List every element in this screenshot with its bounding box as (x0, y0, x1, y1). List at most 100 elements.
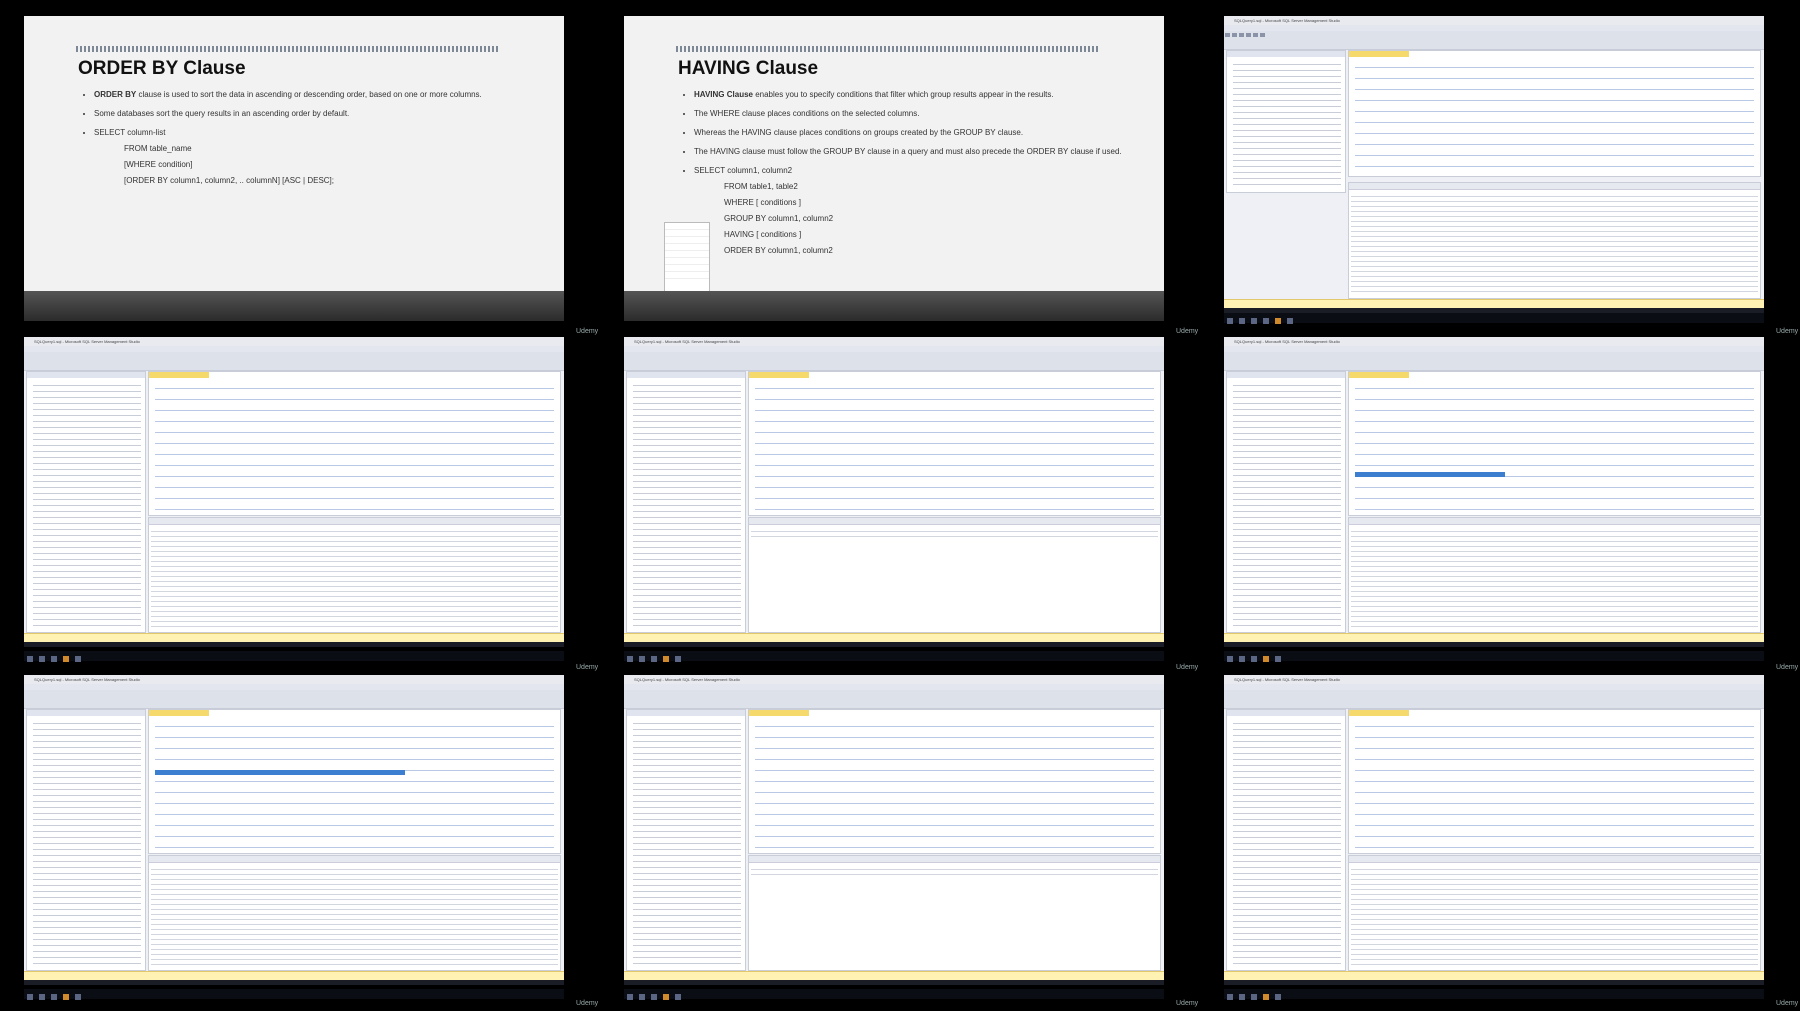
start-icon[interactable] (627, 994, 633, 1000)
windows-taskbar[interactable] (1224, 313, 1764, 324)
search-icon[interactable] (1239, 994, 1245, 1000)
results-pane[interactable] (1348, 182, 1761, 299)
menu-item[interactable] (665, 230, 709, 237)
menu-item[interactable] (665, 223, 709, 230)
menu-item[interactable] (665, 265, 709, 272)
results-tabs[interactable] (749, 855, 1160, 863)
object-explorer[interactable] (626, 371, 746, 633)
toolbar[interactable] (1224, 31, 1764, 50)
results-tabs[interactable] (1349, 517, 1760, 525)
results-tabs[interactable] (149, 517, 560, 525)
editor-tab[interactable] (149, 372, 209, 378)
search-icon[interactable] (1239, 656, 1245, 662)
toolbar[interactable] (1224, 352, 1764, 371)
results-grid[interactable] (751, 526, 1158, 537)
app-icon[interactable] (1275, 994, 1281, 1000)
toolbar[interactable] (24, 690, 564, 709)
object-tree[interactable] (633, 382, 741, 628)
toolbar[interactable] (624, 352, 1164, 371)
query-editor[interactable] (148, 709, 561, 854)
windows-taskbar[interactable] (1224, 651, 1764, 662)
results-grid[interactable] (1351, 864, 1758, 968)
object-tree[interactable] (633, 720, 741, 966)
windows-taskbar[interactable] (1224, 989, 1764, 1000)
sql-code[interactable] (755, 720, 1154, 849)
app-icon[interactable] (651, 994, 657, 1000)
app-icon[interactable] (63, 994, 69, 1000)
app-icon[interactable] (1275, 656, 1281, 662)
app-icon[interactable] (75, 994, 81, 1000)
app-icon[interactable] (1251, 994, 1257, 1000)
windows-taskbar[interactable] (24, 651, 564, 662)
sql-code[interactable] (755, 382, 1154, 511)
app-icon[interactable] (1263, 656, 1269, 662)
query-editor[interactable] (1348, 709, 1761, 854)
selected-line[interactable] (1355, 472, 1505, 477)
object-tree[interactable] (1233, 61, 1341, 188)
editor-tab[interactable] (1349, 51, 1409, 57)
results-grid[interactable] (1351, 192, 1758, 296)
results-tabs[interactable] (149, 855, 560, 863)
selected-line[interactable] (155, 770, 405, 775)
app-icon[interactable] (651, 656, 657, 662)
query-editor[interactable] (1348, 371, 1761, 516)
results-grid[interactable] (151, 526, 558, 630)
object-tree[interactable] (1233, 382, 1341, 628)
start-icon[interactable] (1227, 994, 1233, 1000)
query-editor[interactable] (748, 371, 1161, 516)
object-explorer[interactable] (26, 371, 146, 633)
results-pane[interactable] (1348, 854, 1761, 971)
sql-code[interactable] (1355, 720, 1754, 849)
menu-item[interactable] (665, 237, 709, 244)
sql-code[interactable] (155, 382, 554, 511)
results-grid[interactable] (751, 864, 1158, 875)
editor-tab[interactable] (1349, 372, 1409, 378)
toolbar[interactable] (1224, 690, 1764, 709)
sql-code[interactable] (155, 720, 554, 849)
app-icon[interactable] (675, 994, 681, 1000)
toolbar-icon[interactable] (1260, 33, 1265, 37)
sql-code[interactable] (1355, 382, 1754, 511)
results-tabs[interactable] (1349, 855, 1760, 863)
results-grid[interactable] (1351, 526, 1758, 630)
start-icon[interactable] (27, 656, 33, 662)
app-icon[interactable] (663, 994, 669, 1000)
windows-taskbar[interactable] (624, 989, 1164, 1000)
object-explorer[interactable] (1226, 371, 1346, 633)
toolbar-icon[interactable] (1253, 33, 1258, 37)
results-tabs[interactable] (1349, 183, 1760, 191)
object-explorer[interactable] (26, 709, 146, 971)
app-icon[interactable] (1251, 318, 1257, 324)
search-icon[interactable] (639, 994, 645, 1000)
start-icon[interactable] (1227, 318, 1233, 324)
object-tree[interactable] (33, 382, 141, 628)
windows-taskbar[interactable] (624, 651, 1164, 662)
results-pane[interactable] (748, 516, 1161, 633)
results-pane[interactable] (148, 516, 561, 633)
query-editor[interactable] (148, 371, 561, 516)
toolbar-icon[interactable] (1246, 33, 1251, 37)
object-explorer[interactable] (1226, 709, 1346, 971)
app-icon[interactable] (1251, 656, 1257, 662)
sql-code[interactable] (1355, 61, 1754, 172)
start-icon[interactable] (627, 656, 633, 662)
app-icon[interactable] (1263, 994, 1269, 1000)
start-icon[interactable] (27, 994, 33, 1000)
context-menu[interactable] (664, 222, 710, 300)
menu-item[interactable] (665, 272, 709, 279)
results-grid[interactable] (151, 864, 558, 968)
object-explorer[interactable] (1226, 50, 1346, 193)
query-editor[interactable] (1348, 50, 1761, 177)
results-pane[interactable] (1348, 516, 1761, 633)
object-tree[interactable] (33, 720, 141, 966)
search-icon[interactable] (1239, 318, 1245, 324)
editor-tab[interactable] (749, 372, 809, 378)
menu-item[interactable] (665, 251, 709, 258)
app-icon[interactable] (51, 994, 57, 1000)
app-icon[interactable] (663, 656, 669, 662)
app-icon[interactable] (63, 656, 69, 662)
app-icon[interactable] (51, 656, 57, 662)
object-tree[interactable] (1233, 720, 1341, 966)
toolbar[interactable] (24, 352, 564, 371)
results-pane[interactable] (148, 854, 561, 971)
